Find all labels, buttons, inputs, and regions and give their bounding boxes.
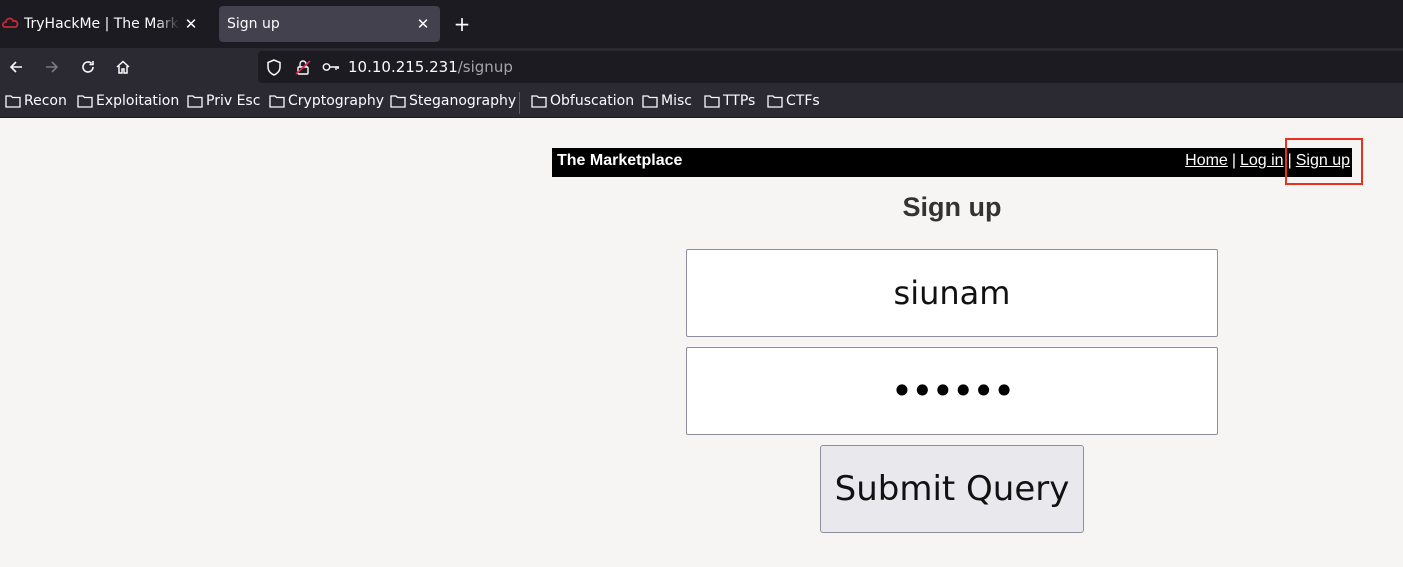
tab-bar: TryHackMe | The Marketplace ✕ Sign up ✕ … — [0, 0, 1403, 48]
url-bar[interactable]: 10.10.215.231/signup — [258, 51, 1403, 83]
tab-sign-up[interactable]: Sign up ✕ — [219, 6, 440, 42]
page-title: Sign up — [902, 192, 1002, 222]
tab-tryhackme[interactable]: TryHackMe | The Marketplace ✕ — [0, 6, 208, 42]
bookmarks-toolbar: Recon Exploitation Priv Esc Cryptography… — [0, 86, 1403, 118]
annotation-highlight-box — [1285, 138, 1363, 185]
url-text: 10.10.215.231/signup — [348, 58, 513, 76]
site-title: The Marketplace — [557, 152, 683, 169]
home-icon — [116, 60, 130, 74]
bookmark-folder-ctfs[interactable]: CTFs — [767, 93, 820, 109]
folder-icon — [642, 95, 658, 108]
site-header: The Marketplace Home | Log in | Sign up — [552, 148, 1352, 177]
tab-label: Sign up — [227, 16, 280, 32]
bookmark-separator — [519, 92, 520, 114]
folder-icon — [704, 95, 720, 108]
log-in-link[interactable]: Log in — [1240, 152, 1284, 169]
bookmark-folder-exploitation[interactable]: Exploitation — [77, 93, 179, 109]
insecure-lock-icon — [295, 60, 311, 75]
forward-button[interactable] — [39, 54, 65, 80]
home-button[interactable] — [110, 54, 136, 80]
bookmark-label: Exploitation — [96, 93, 180, 109]
bookmark-label: CTFs — [786, 93, 820, 109]
bookmark-label: Obfuscation — [550, 93, 635, 109]
key-icon — [322, 63, 339, 71]
bookmark-folder-cryptography[interactable]: Cryptography — [269, 93, 384, 109]
bookmark-label: TTPs — [723, 93, 756, 109]
folder-icon — [269, 95, 285, 108]
reload-icon — [82, 61, 94, 73]
reload-button[interactable] — [75, 54, 101, 80]
forward-arrow-icon — [46, 61, 59, 73]
folder-icon — [767, 95, 783, 108]
new-tab-button[interactable]: + — [450, 12, 474, 36]
close-tab-icon[interactable]: ✕ — [412, 15, 434, 33]
bookmark-label: Misc — [661, 93, 692, 109]
folder-icon — [77, 95, 93, 108]
bookmark-folder-priv-esc[interactable]: Priv Esc — [187, 93, 260, 109]
page-viewport: The Marketplace Home | Log in | Sign up Sign… — [0, 118, 1403, 567]
folder-icon — [187, 95, 203, 108]
bookmark-label: Cryptography — [288, 93, 385, 109]
bookmark-folder-misc[interactable]: Misc — [642, 93, 692, 109]
bookmark-folder-ttps[interactable]: TTPs — [704, 93, 755, 109]
bookmark-folder-recon[interactable]: Recon — [5, 93, 67, 109]
bookmark-folder-obfuscation[interactable]: Obfuscation — [531, 93, 634, 109]
folder-icon — [390, 95, 406, 108]
tab-label: TryHackMe | The Marketplace — [24, 16, 180, 32]
folder-icon — [5, 95, 21, 108]
password-input[interactable] — [686, 347, 1218, 435]
folder-icon — [531, 95, 547, 108]
url-path: /signup — [457, 58, 513, 76]
navigation-toolbar: 10.10.215.231/signup — [0, 48, 1403, 86]
bookmark-label: Priv Esc — [206, 93, 261, 109]
bookmark-label: Recon — [24, 93, 67, 109]
nav-separator: | — [1231, 152, 1236, 169]
username-input[interactable] — [686, 249, 1218, 337]
submit-button[interactable]: Submit Query — [820, 445, 1084, 533]
shield-icon — [267, 59, 281, 76]
home-link[interactable]: Home — [1185, 152, 1228, 169]
bookmark-label: Steganography — [409, 93, 517, 109]
back-arrow-icon — [9, 61, 22, 73]
close-tab-icon[interactable]: ✕ — [180, 15, 202, 33]
back-button[interactable] — [3, 54, 29, 80]
bookmark-folder-steganography[interactable]: Steganography — [390, 93, 516, 109]
url-host: 10.10.215.231 — [348, 58, 458, 76]
